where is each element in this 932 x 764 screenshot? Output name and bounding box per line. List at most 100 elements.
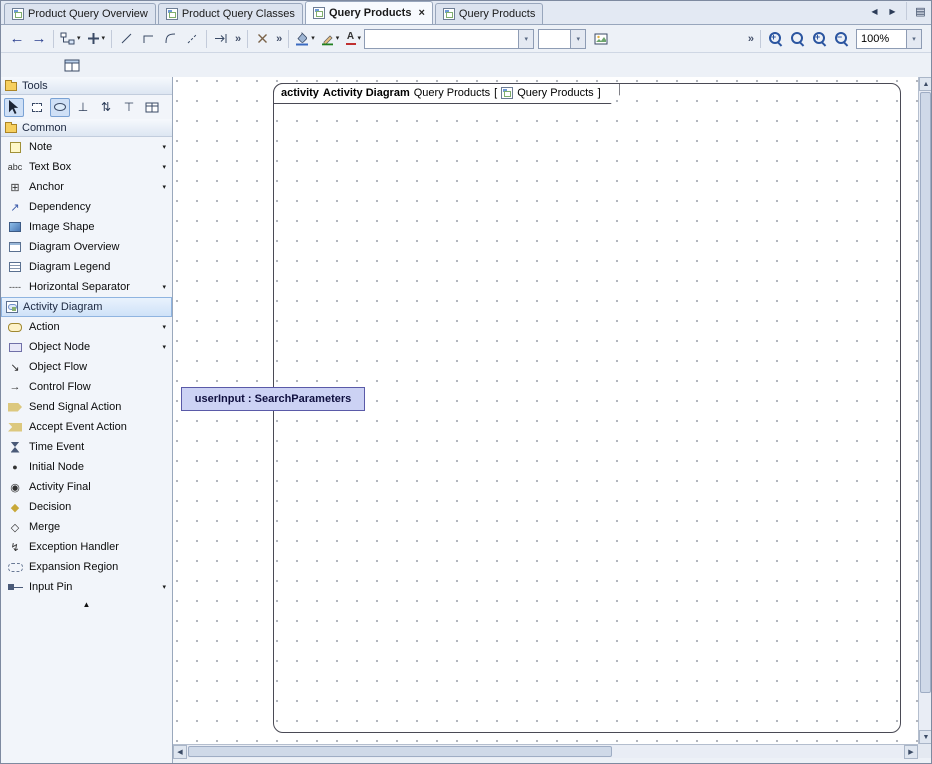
palette-item-horizontal-separator[interactable]: ---- Horizontal Separator ▾: [1, 277, 172, 297]
zoom-out-button[interactable]: −: [830, 28, 852, 50]
palette-section-tools[interactable]: Tools: [1, 77, 172, 95]
palette-item-text-box[interactable]: abc Text Box ▾: [1, 157, 172, 177]
palette-item-control-flow[interactable]: → Control Flow: [1, 377, 172, 397]
palette-item-merge[interactable]: ◇ Merge: [1, 517, 172, 537]
palette-item-label: Diagram Overview: [29, 241, 168, 253]
related-elements-button[interactable]: ▾: [57, 28, 84, 50]
palette-item-send-signal-action[interactable]: Send Signal Action: [1, 397, 172, 417]
palette-item-dependency[interactable]: ↗ Dependency: [1, 197, 172, 217]
palette-item-decision[interactable]: ◆ Decision: [1, 497, 172, 517]
palette-item-expansion-region[interactable]: Expansion Region: [1, 557, 172, 577]
palette-tools-row: ⊥ ⇅ ⊤: [1, 95, 172, 119]
overflow-chevron-icon[interactable]: »: [235, 33, 241, 45]
line-style-straight-button[interactable]: [115, 28, 137, 50]
palette-section-common[interactable]: Common: [1, 119, 172, 137]
chevron-down-icon[interactable]: ▾: [162, 323, 168, 331]
distribute-vertical-button[interactable]: ⇅: [96, 98, 116, 117]
zoom-combo[interactable]: 100% ▾: [856, 29, 922, 49]
tab-label: Product Query Classes: [182, 8, 295, 20]
palette-item-anchor[interactable]: ⊞ Anchor ▾: [1, 177, 172, 197]
insert-shape-button[interactable]: ▾: [84, 28, 109, 50]
control-flow-icon: →: [7, 380, 23, 394]
align-top-button[interactable]: ⊤: [119, 98, 139, 117]
palette-item-label: Diagram Legend: [29, 261, 168, 273]
marquee-tool-button[interactable]: [27, 98, 47, 117]
grid-layout-button[interactable]: [142, 98, 162, 117]
object-node-userinput[interactable]: userInput : SearchParameters: [181, 387, 365, 411]
zoom-in-region-button[interactable]: +: [764, 28, 786, 50]
swimlane-button[interactable]: [61, 54, 83, 76]
activity-diagram-frame[interactable]: activity Activity Diagram Query Products…: [273, 83, 901, 733]
chevron-down-icon: ▾: [77, 35, 81, 42]
chevron-down-icon[interactable]: ▾: [518, 30, 533, 48]
palette-item-exception-handler[interactable]: ↯ Exception Handler: [1, 537, 172, 557]
diagram-canvas[interactable]: activity Activity Diagram Query Products…: [173, 77, 918, 744]
palette-item-object-flow[interactable]: ↘ Object Flow: [1, 357, 172, 377]
vertical-scrollbar-thumb[interactable]: [920, 92, 931, 693]
palette-item-object-node[interactable]: Object Node ▾: [1, 337, 172, 357]
palette-item-diagram-legend[interactable]: Diagram Legend: [1, 257, 172, 277]
tab-query-products-active[interactable]: Query Products ×: [305, 1, 433, 24]
oval-tool-button[interactable]: [50, 98, 70, 117]
palette-item-time-event[interactable]: Time Event: [1, 437, 172, 457]
fill-color-button[interactable]: ▾: [292, 28, 318, 50]
line-style-curved-button[interactable]: [159, 28, 181, 50]
refactor-button[interactable]: [251, 28, 273, 50]
forward-button[interactable]: →: [28, 28, 50, 50]
scroll-left-icon[interactable]: ◀: [173, 745, 187, 759]
line-style-rectilinear-button[interactable]: [137, 28, 159, 50]
overflow-chevron-icon[interactable]: »: [276, 33, 282, 45]
pointer-tool-button[interactable]: [4, 98, 24, 117]
font-color-icon: A: [346, 32, 356, 45]
palette-item-input-pin[interactable]: Input Pin ▾: [1, 577, 172, 597]
close-icon[interactable]: ×: [418, 8, 424, 19]
style-combo[interactable]: ▾: [364, 29, 534, 49]
scroll-tabs-right-icon[interactable]: ▶: [885, 4, 900, 19]
scroll-up-icon[interactable]: ▲: [919, 77, 932, 91]
palette-section-activity-diagram[interactable]: Activity Diagram: [1, 297, 172, 317]
tab-query-products[interactable]: Query Products: [435, 3, 543, 24]
frame-bracket-close: ]: [598, 87, 601, 99]
frame-header[interactable]: activity Activity Diagram Query Products…: [273, 83, 620, 104]
scroll-right-icon[interactable]: ▶: [904, 745, 918, 759]
align-bottom-button[interactable]: ⊥: [73, 98, 93, 117]
tab-list-icon[interactable]: ▤: [913, 4, 928, 19]
scroll-tabs-left-icon[interactable]: ◀: [867, 4, 882, 19]
chevron-down-icon[interactable]: ▾: [162, 343, 168, 351]
back-button[interactable]: ←: [6, 28, 28, 50]
chevron-down-icon[interactable]: ▾: [570, 30, 585, 48]
palette-scroll-up-icon[interactable]: ▲: [1, 597, 172, 611]
arrange-flow-button[interactable]: [210, 28, 232, 50]
chevron-down-icon[interactable]: ▾: [162, 583, 168, 591]
palette-item-action[interactable]: Action ▾: [1, 317, 172, 337]
scroll-down-icon[interactable]: ▼: [919, 730, 932, 744]
line-color-button[interactable]: ▾: [318, 28, 343, 50]
palette-item-label: Send Signal Action: [29, 401, 168, 413]
back-arrow-icon: ←: [10, 31, 25, 46]
chevron-down-icon[interactable]: ▾: [162, 183, 168, 191]
zoom-in-button[interactable]: +: [808, 28, 830, 50]
palette-item-accept-event-action[interactable]: Accept Event Action: [1, 417, 172, 437]
secondary-combo[interactable]: ▾: [538, 29, 586, 49]
chevron-down-icon[interactable]: ▾: [162, 163, 168, 171]
chevron-down-icon[interactable]: ▾: [906, 30, 921, 48]
palette-item-image-shape[interactable]: Image Shape: [1, 217, 172, 237]
diagram-overview-icon: [9, 242, 21, 252]
palette-item-initial-node[interactable]: ● Initial Node: [1, 457, 172, 477]
tab-product-query-overview[interactable]: Product Query Overview: [4, 3, 156, 24]
image-export-button[interactable]: [590, 28, 612, 50]
palette-item-note[interactable]: Note ▾: [1, 137, 172, 157]
fit-in-window-button[interactable]: [786, 28, 808, 50]
chevron-down-icon[interactable]: ▾: [162, 143, 168, 151]
overflow-chevron-icon[interactable]: »: [748, 33, 754, 45]
palette-item-activity-final[interactable]: ◉ Activity Final: [1, 477, 172, 497]
palette-item-diagram-overview[interactable]: Diagram Overview: [1, 237, 172, 257]
chevron-down-icon[interactable]: ▾: [162, 283, 168, 291]
horizontal-scrollbar-thumb[interactable]: [188, 746, 612, 757]
font-color-button[interactable]: A ▾: [342, 28, 364, 50]
distribute-icon: ⇅: [101, 100, 111, 114]
tab-product-query-classes[interactable]: Product Query Classes: [158, 3, 303, 24]
line-style-dashed-button[interactable]: [181, 28, 203, 50]
vertical-scrollbar[interactable]: ▲ ▼: [918, 77, 932, 744]
horizontal-scrollbar[interactable]: ◀ ▶: [173, 744, 918, 758]
